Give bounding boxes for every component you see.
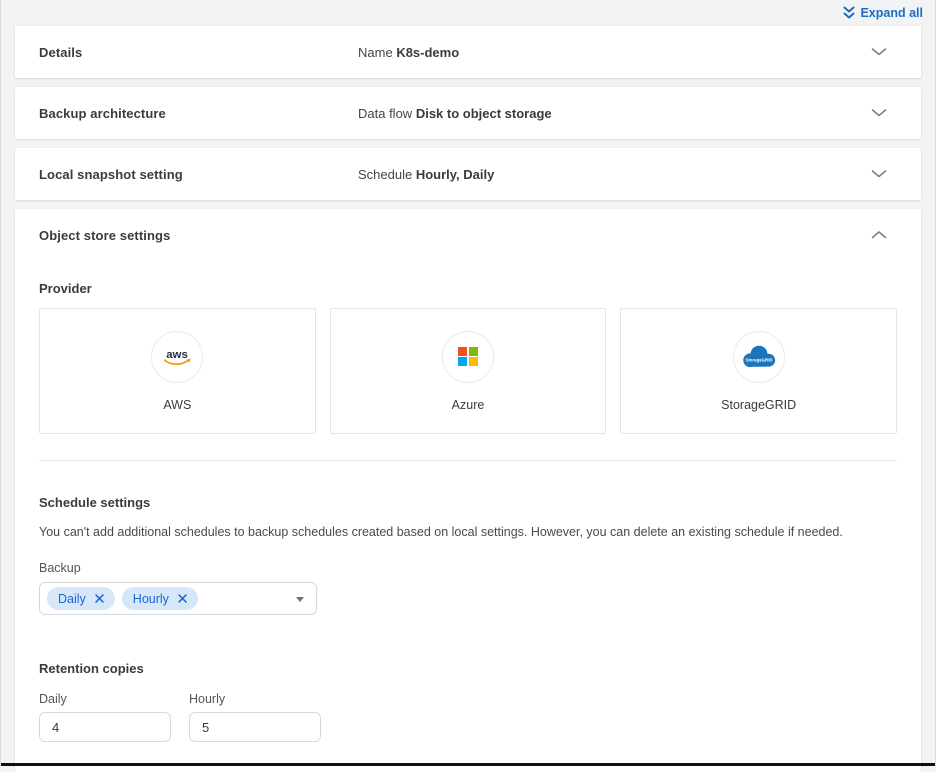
aws-logo-icon: aws [151, 331, 203, 383]
panel-local-snapshot: Local snapshot setting Schedule Hourly, … [15, 148, 921, 200]
backup-field-label: Backup [39, 561, 897, 575]
accordion: Details Name K8s-demo Backup architectur… [1, 26, 935, 772]
retention-field-daily: Daily [39, 676, 171, 742]
azure-logo-icon [442, 331, 494, 383]
chevron-down-icon[interactable] [871, 170, 887, 179]
panel-local-snapshot-header[interactable]: Local snapshot setting Schedule Hourly, … [15, 148, 921, 200]
provider-card-storagegrid[interactable]: StorageGRID StorageGRID [620, 308, 897, 434]
provider-name: Azure [452, 398, 485, 412]
schedule-settings-description: You can't add additional schedules to ba… [39, 525, 897, 539]
panel-title: Details [15, 45, 358, 60]
provider-card-azure[interactable]: Azure [330, 308, 607, 434]
retention-daily-input[interactable] [39, 712, 171, 742]
object-store-settings-body: Provider aws AWS [15, 261, 921, 772]
provider-name: AWS [163, 398, 191, 412]
panel-details-header[interactable]: Details Name K8s-demo [15, 26, 921, 78]
panel-details: Details Name K8s-demo [15, 26, 921, 78]
toolbar: Expand all [1, 0, 935, 26]
panel-summary: Data flow Disk to object storage [358, 106, 921, 121]
provider-options: aws AWS Azure [39, 308, 897, 434]
backup-schedule-multiselect[interactable]: Daily Hourly [39, 582, 317, 615]
panel-object-store: Object store settings Provider aws [15, 209, 921, 772]
summary-label: Data flow [358, 106, 412, 121]
summary-value: Disk to object storage [416, 106, 552, 121]
double-chevron-down-icon [843, 6, 855, 20]
panel-title: Local snapshot setting [15, 167, 358, 182]
retention-hourly-input[interactable] [189, 712, 321, 742]
chip-label: Daily [58, 592, 86, 606]
panel-title: Backup architecture [15, 106, 358, 121]
summary-value: Hourly, Daily [416, 167, 495, 182]
storagegrid-logo-icon: StorageGRID [733, 331, 785, 383]
section-divider [39, 460, 897, 461]
remove-chip-icon[interactable] [95, 594, 104, 603]
remove-chip-icon[interactable] [178, 594, 187, 603]
panel-summary: Name K8s-demo [358, 45, 921, 60]
expand-all-label: Expand all [860, 6, 923, 20]
chip-daily: Daily [47, 587, 115, 610]
svg-text:aws: aws [167, 348, 189, 360]
chevron-down-icon[interactable] [871, 48, 887, 57]
expand-all-button[interactable]: Expand all [843, 6, 923, 20]
svg-text:StorageGRID: StorageGRID [745, 357, 772, 362]
panel-title: Object store settings [15, 228, 358, 243]
retention-daily-label: Daily [39, 692, 171, 706]
retention-hourly-label: Hourly [189, 692, 321, 706]
chevron-up-icon[interactable] [871, 231, 887, 240]
summary-label: Name [358, 45, 393, 60]
chip-label: Hourly [133, 592, 169, 606]
retention-field-hourly: Hourly [189, 676, 321, 742]
panel-backup-architecture: Backup architecture Data flow Disk to ob… [15, 87, 921, 139]
dropdown-caret-icon[interactable] [296, 597, 304, 602]
provider-name: StorageGRID [721, 398, 796, 412]
chip-hourly: Hourly [122, 587, 198, 610]
panel-summary: Schedule Hourly, Daily [358, 167, 921, 182]
chevron-down-icon[interactable] [871, 109, 887, 118]
provider-card-aws[interactable]: aws AWS [39, 308, 316, 434]
panel-object-store-header[interactable]: Object store settings [15, 209, 921, 261]
retention-copies-title: Retention copies [39, 661, 897, 676]
schedule-settings-title: Schedule settings [39, 495, 897, 510]
summary-label: Schedule [358, 167, 412, 182]
panel-backup-architecture-header[interactable]: Backup architecture Data flow Disk to ob… [15, 87, 921, 139]
retention-fields: Daily Hourly [39, 676, 897, 742]
provider-label: Provider [39, 281, 897, 296]
summary-value: K8s-demo [396, 45, 459, 60]
